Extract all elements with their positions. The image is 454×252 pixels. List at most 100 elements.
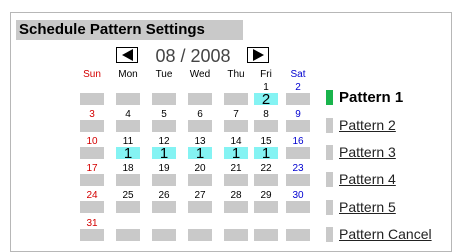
calendar-day-cell[interactable]: 30 (286, 190, 310, 215)
day-pattern-box[interactable]: 2 (254, 93, 278, 105)
calendar-day-cell[interactable]: 17 (80, 163, 104, 188)
pattern-label[interactable]: Pattern 1 (339, 88, 403, 107)
pattern-option[interactable]: Pattern 1 (326, 88, 454, 107)
calendar-day-cell[interactable] (152, 218, 176, 243)
day-pattern-box[interactable]: 1 (188, 147, 212, 159)
day-pattern-box[interactable] (188, 174, 212, 186)
day-pattern-box[interactable] (188, 201, 212, 213)
day-pattern-box[interactable] (254, 174, 278, 186)
day-pattern-box[interactable] (286, 120, 310, 132)
calendar-day-cell[interactable] (116, 218, 140, 243)
day-pattern-box[interactable] (80, 93, 104, 105)
calendar-day-cell[interactable]: 29 (254, 190, 278, 215)
pattern-label[interactable]: Pattern 3 (339, 143, 396, 162)
day-pattern-box[interactable] (224, 229, 248, 241)
pattern-option[interactable]: Pattern 3 (326, 143, 454, 162)
pattern-option[interactable]: Pattern Cancel (326, 225, 454, 244)
calendar-day-cell[interactable]: 28 (224, 190, 248, 215)
day-pattern-box[interactable] (224, 120, 248, 132)
calendar-day-cell[interactable]: 20 (188, 163, 212, 188)
day-pattern-box[interactable] (224, 93, 248, 105)
day-pattern-box[interactable]: 1 (116, 147, 140, 159)
day-pattern-box[interactable] (286, 93, 310, 105)
calendar-day-cell[interactable] (80, 82, 104, 107)
day-pattern-box[interactable] (152, 93, 176, 105)
calendar-day-cell[interactable]: 2 (286, 82, 310, 107)
calendar-day-cell[interactable] (188, 218, 212, 243)
calendar-day-cell[interactable]: 10 (80, 136, 104, 161)
calendar-day-cell[interactable]: 5 (152, 109, 176, 134)
calendar-day-cell[interactable] (224, 82, 248, 107)
pattern-option[interactable]: Pattern 2 (326, 116, 454, 135)
calendar-day-cell[interactable]: 22 (254, 163, 278, 188)
day-pattern-box[interactable] (286, 201, 310, 213)
day-pattern-box[interactable] (254, 120, 278, 132)
day-pattern-box[interactable]: 1 (152, 147, 176, 159)
day-pattern-box[interactable] (116, 120, 140, 132)
calendar-day-cell[interactable]: 11 1 (116, 136, 140, 161)
day-pattern-box[interactable] (116, 201, 140, 213)
calendar-day-cell[interactable]: 3 (80, 109, 104, 134)
prev-month-button[interactable] (116, 47, 138, 63)
day-pattern-box[interactable] (80, 120, 104, 132)
day-pattern-box[interactable] (80, 174, 104, 186)
calendar-day-cell[interactable]: 16 (286, 136, 310, 161)
day-pattern-box[interactable] (80, 201, 104, 213)
day-pattern-box[interactable] (188, 93, 212, 105)
day-pattern-box[interactable] (188, 229, 212, 241)
day-pattern-box[interactable] (254, 201, 278, 213)
calendar-day-cell[interactable] (286, 218, 310, 243)
day-pattern-box[interactable] (224, 201, 248, 213)
day-pattern-box[interactable] (286, 229, 310, 241)
calendar-day-cell[interactable]: 4 (116, 109, 140, 134)
calendar-day-cell[interactable]: 18 (116, 163, 140, 188)
calendar-day-cell[interactable]: 13 1 (188, 136, 212, 161)
calendar-day-cell[interactable]: 12 1 (152, 136, 176, 161)
pattern-label[interactable]: Pattern 2 (339, 116, 396, 135)
calendar-day-cell[interactable]: 24 (80, 190, 104, 215)
day-pattern-box[interactable] (80, 229, 104, 241)
calendar-day-cell[interactable]: 19 (152, 163, 176, 188)
day-pattern-box[interactable] (224, 174, 248, 186)
day-pattern-box[interactable]: 1 (254, 147, 278, 159)
calendar-day-cell[interactable]: 7 (224, 109, 248, 134)
calendar-day-cell[interactable] (152, 82, 176, 107)
calendar-day-cell[interactable]: 15 1 (254, 136, 278, 161)
calendar-day-cell[interactable]: 9 (286, 109, 310, 134)
day-pattern-box[interactable] (116, 174, 140, 186)
calendar-day-cell[interactable] (188, 82, 212, 107)
day-pattern-box[interactable] (80, 147, 104, 159)
day-pattern-box[interactable] (152, 174, 176, 186)
calendar-day-cell[interactable]: 31 (80, 218, 104, 243)
calendar-day-cell[interactable]: 27 (188, 190, 212, 215)
calendar-day-cell[interactable] (224, 218, 248, 243)
calendar-day-cell[interactable]: 21 (224, 163, 248, 188)
day-pattern-box[interactable] (152, 201, 176, 213)
pattern-label[interactable]: Pattern 4 (339, 170, 396, 189)
pattern-option[interactable]: Pattern 5 (326, 198, 454, 217)
day-pattern-box[interactable] (152, 229, 176, 241)
calendar-day-cell[interactable]: 12 (254, 82, 278, 107)
calendar-day-cell[interactable]: 8 (254, 109, 278, 134)
day-pattern-box[interactable] (188, 120, 212, 132)
next-month-button[interactable] (247, 47, 269, 63)
day-pattern-box[interactable]: 1 (224, 147, 248, 159)
calendar-day-cell[interactable] (254, 218, 278, 243)
calendar-day-cell[interactable]: 26 (152, 190, 176, 215)
day-pattern-box[interactable] (116, 93, 140, 105)
calendar-day-cell[interactable] (116, 82, 140, 107)
calendar-day-cell[interactable]: 6 (188, 109, 212, 134)
day-number: 13 (194, 136, 206, 147)
pattern-label[interactable]: Pattern 5 (339, 198, 396, 217)
day-pattern-box[interactable] (116, 229, 140, 241)
calendar-day-cell[interactable]: 23 (286, 163, 310, 188)
calendar-day-cell[interactable]: 14 1 (224, 136, 248, 161)
day-number (254, 218, 278, 229)
pattern-option[interactable]: Pattern 4 (326, 170, 454, 189)
day-pattern-box[interactable] (286, 174, 310, 186)
calendar-day-cell[interactable]: 25 (116, 190, 140, 215)
day-pattern-box[interactable] (152, 120, 176, 132)
day-pattern-box[interactable] (254, 229, 278, 241)
day-pattern-box[interactable] (286, 147, 310, 159)
pattern-label[interactable]: Pattern Cancel (339, 225, 432, 244)
